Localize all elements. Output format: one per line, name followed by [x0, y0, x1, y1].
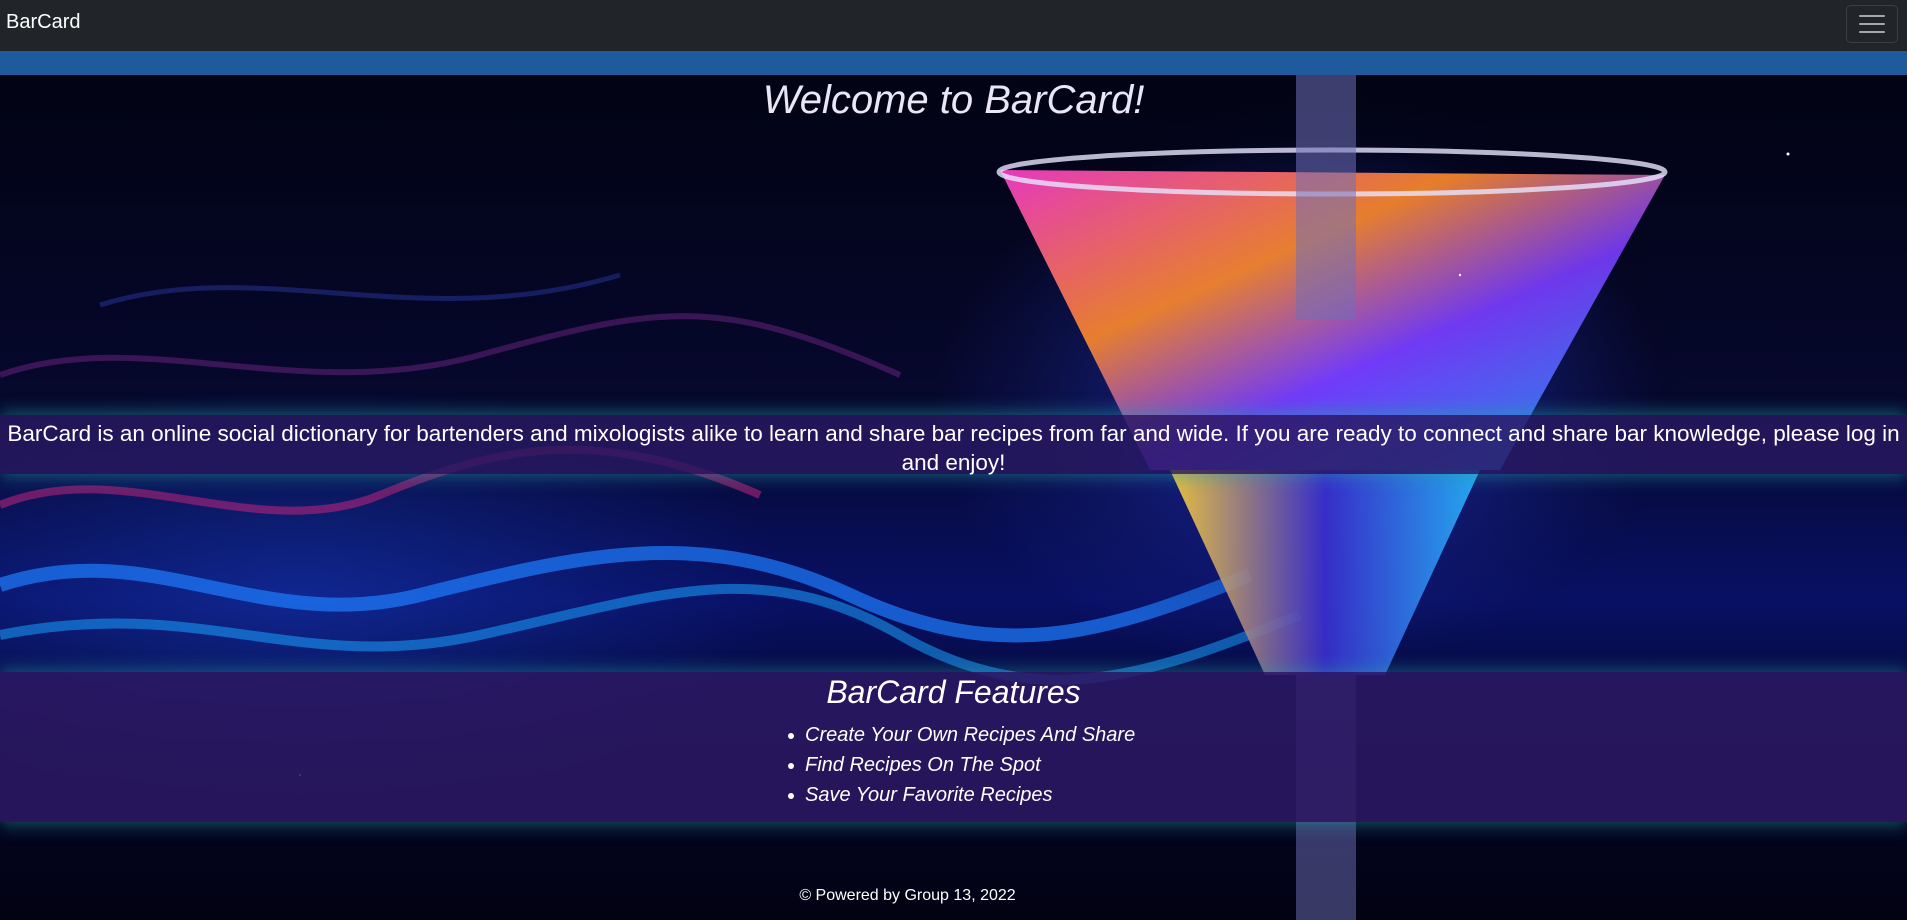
- feature-item: Find Recipes On The Spot: [787, 750, 1135, 780]
- footer-text: © Powered by Group 13, 2022: [799, 887, 1016, 904]
- blue-strip: [0, 51, 1907, 75]
- hamburger-menu-icon: [1859, 31, 1885, 33]
- navbar-toggler-button[interactable]: [1846, 5, 1898, 43]
- features-list: Create Your Own Recipes And Share Find R…: [787, 720, 1135, 810]
- navbar: BarCard: [0, 0, 1907, 51]
- intro-text: BarCard is an online social dictionary f…: [7, 421, 1900, 475]
- hamburger-menu-icon: [1859, 23, 1885, 25]
- intro-band: BarCard is an online social dictionary f…: [0, 415, 1907, 475]
- features-section: BarCard Features Create Your Own Recipes…: [0, 672, 1907, 822]
- hamburger-menu-icon: [1859, 15, 1885, 17]
- hero-section: Welcome to BarCard! BarCard is an online…: [0, 75, 1907, 920]
- footer: © Powered by Group 13, 2022: [0, 887, 1907, 905]
- feature-item: Save Your Favorite Recipes: [787, 780, 1135, 810]
- features-title: BarCard Features: [826, 674, 1081, 710]
- page-title: Welcome to BarCard!: [762, 78, 1145, 122]
- navbar-brand[interactable]: BarCard: [6, 11, 80, 34]
- feature-item: Create Your Own Recipes And Share: [787, 720, 1135, 750]
